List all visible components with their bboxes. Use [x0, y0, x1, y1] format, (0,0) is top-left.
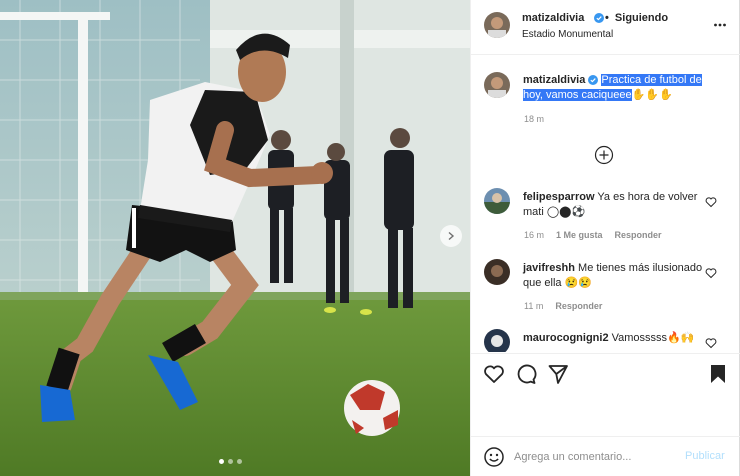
comment-emoji: 🔥🙌 [667, 332, 695, 344]
verified-badge-icon [594, 13, 604, 23]
comment-icon [517, 364, 537, 384]
post-side-panel: matizaldivia • Siguiendo Estadio Monumen… [470, 0, 740, 476]
comment-text: maurocognigni2 Vamosssss🔥🙌 [523, 331, 703, 346]
comment-text: javifreshh Me tienes más ilusionado que … [523, 261, 703, 291]
caption-emoji: ✋✋✋ [631, 89, 673, 101]
publish-button[interactable]: Publicar [685, 450, 725, 462]
caption-username[interactable]: matizaldivia [523, 74, 585, 86]
chevron-right-icon [448, 231, 455, 241]
caption-timestamp[interactable]: 18 m [524, 114, 544, 124]
heart-icon [705, 338, 717, 349]
comment-text: felipesparrow Ya es hora de volver mati … [523, 190, 703, 220]
commenter-avatar[interactable] [484, 188, 510, 214]
comment-input[interactable] [514, 446, 674, 468]
author-username[interactable]: matizaldivia [522, 12, 584, 24]
comment-timestamp[interactable]: 11 m [524, 301, 543, 311]
like-button[interactable] [483, 363, 505, 385]
commenter-avatar[interactable] [484, 329, 510, 352]
bookmark-icon [711, 365, 725, 383]
comments-section[interactable]: matizaldivia Practica de futbol de hoy, … [471, 56, 740, 352]
like-comment-button[interactable] [705, 196, 717, 208]
smiley-icon [484, 447, 504, 467]
comment-button[interactable] [515, 363, 537, 385]
training-photo-illustration [0, 0, 470, 476]
follow-status: • Siguiendo [594, 12, 668, 24]
comment-meta: 16 m 1 Me gusta Responder [524, 230, 662, 240]
paper-plane-icon [548, 365, 568, 384]
reply-button[interactable]: Responder [615, 230, 662, 240]
comment-body: Vamosssss [611, 332, 668, 344]
post-photo[interactable] [0, 0, 470, 476]
carousel-dot [219, 459, 224, 464]
dot-separator: • [605, 12, 609, 24]
author-avatar[interactable] [484, 72, 510, 98]
comment-timestamp[interactable]: 16 m [524, 230, 544, 240]
post-location[interactable]: Estadio Monumental [522, 29, 613, 40]
load-more-comments-button[interactable] [594, 145, 614, 165]
heart-icon [705, 197, 717, 208]
carousel-dot [237, 459, 242, 464]
more-options-button[interactable] [713, 18, 727, 32]
like-comment-button[interactable] [705, 337, 717, 349]
commenter-username[interactable]: felipesparrow [523, 191, 595, 203]
commenter-avatar[interactable] [484, 259, 510, 285]
post-action-bar [471, 353, 740, 393]
commenter-username[interactable]: maurocognigni2 [523, 332, 609, 344]
carousel-dot [228, 459, 233, 464]
more-options-icon [714, 23, 726, 27]
emoji-picker-button[interactable] [483, 446, 505, 468]
save-button[interactable] [707, 363, 729, 385]
following-button[interactable]: Siguiendo [615, 12, 668, 24]
comment-emoji: ◯⬤⚽ [546, 206, 586, 218]
reply-button[interactable]: Responder [555, 301, 602, 311]
heart-icon [484, 365, 504, 383]
author-avatar[interactable] [484, 12, 510, 38]
like-comment-button[interactable] [705, 267, 717, 279]
heart-icon [705, 268, 717, 279]
add-comment-bar: Publicar [471, 436, 740, 476]
post-header: matizaldivia • Siguiendo Estadio Monumen… [471, 0, 740, 55]
carousel-indicator [219, 459, 242, 464]
share-button[interactable] [547, 363, 569, 385]
next-image-button[interactable] [440, 225, 462, 247]
plus-circle-icon [594, 145, 614, 165]
caption-text: matizaldivia Practica de futbol de hoy, … [523, 73, 723, 103]
comment-meta: 11 m Responder [524, 301, 602, 311]
comment-likes[interactable]: 1 Me gusta [556, 230, 603, 240]
comment-emoji: 😢😢 [564, 277, 593, 289]
verified-badge-icon [588, 75, 599, 85]
commenter-username[interactable]: javifreshh [523, 262, 575, 274]
